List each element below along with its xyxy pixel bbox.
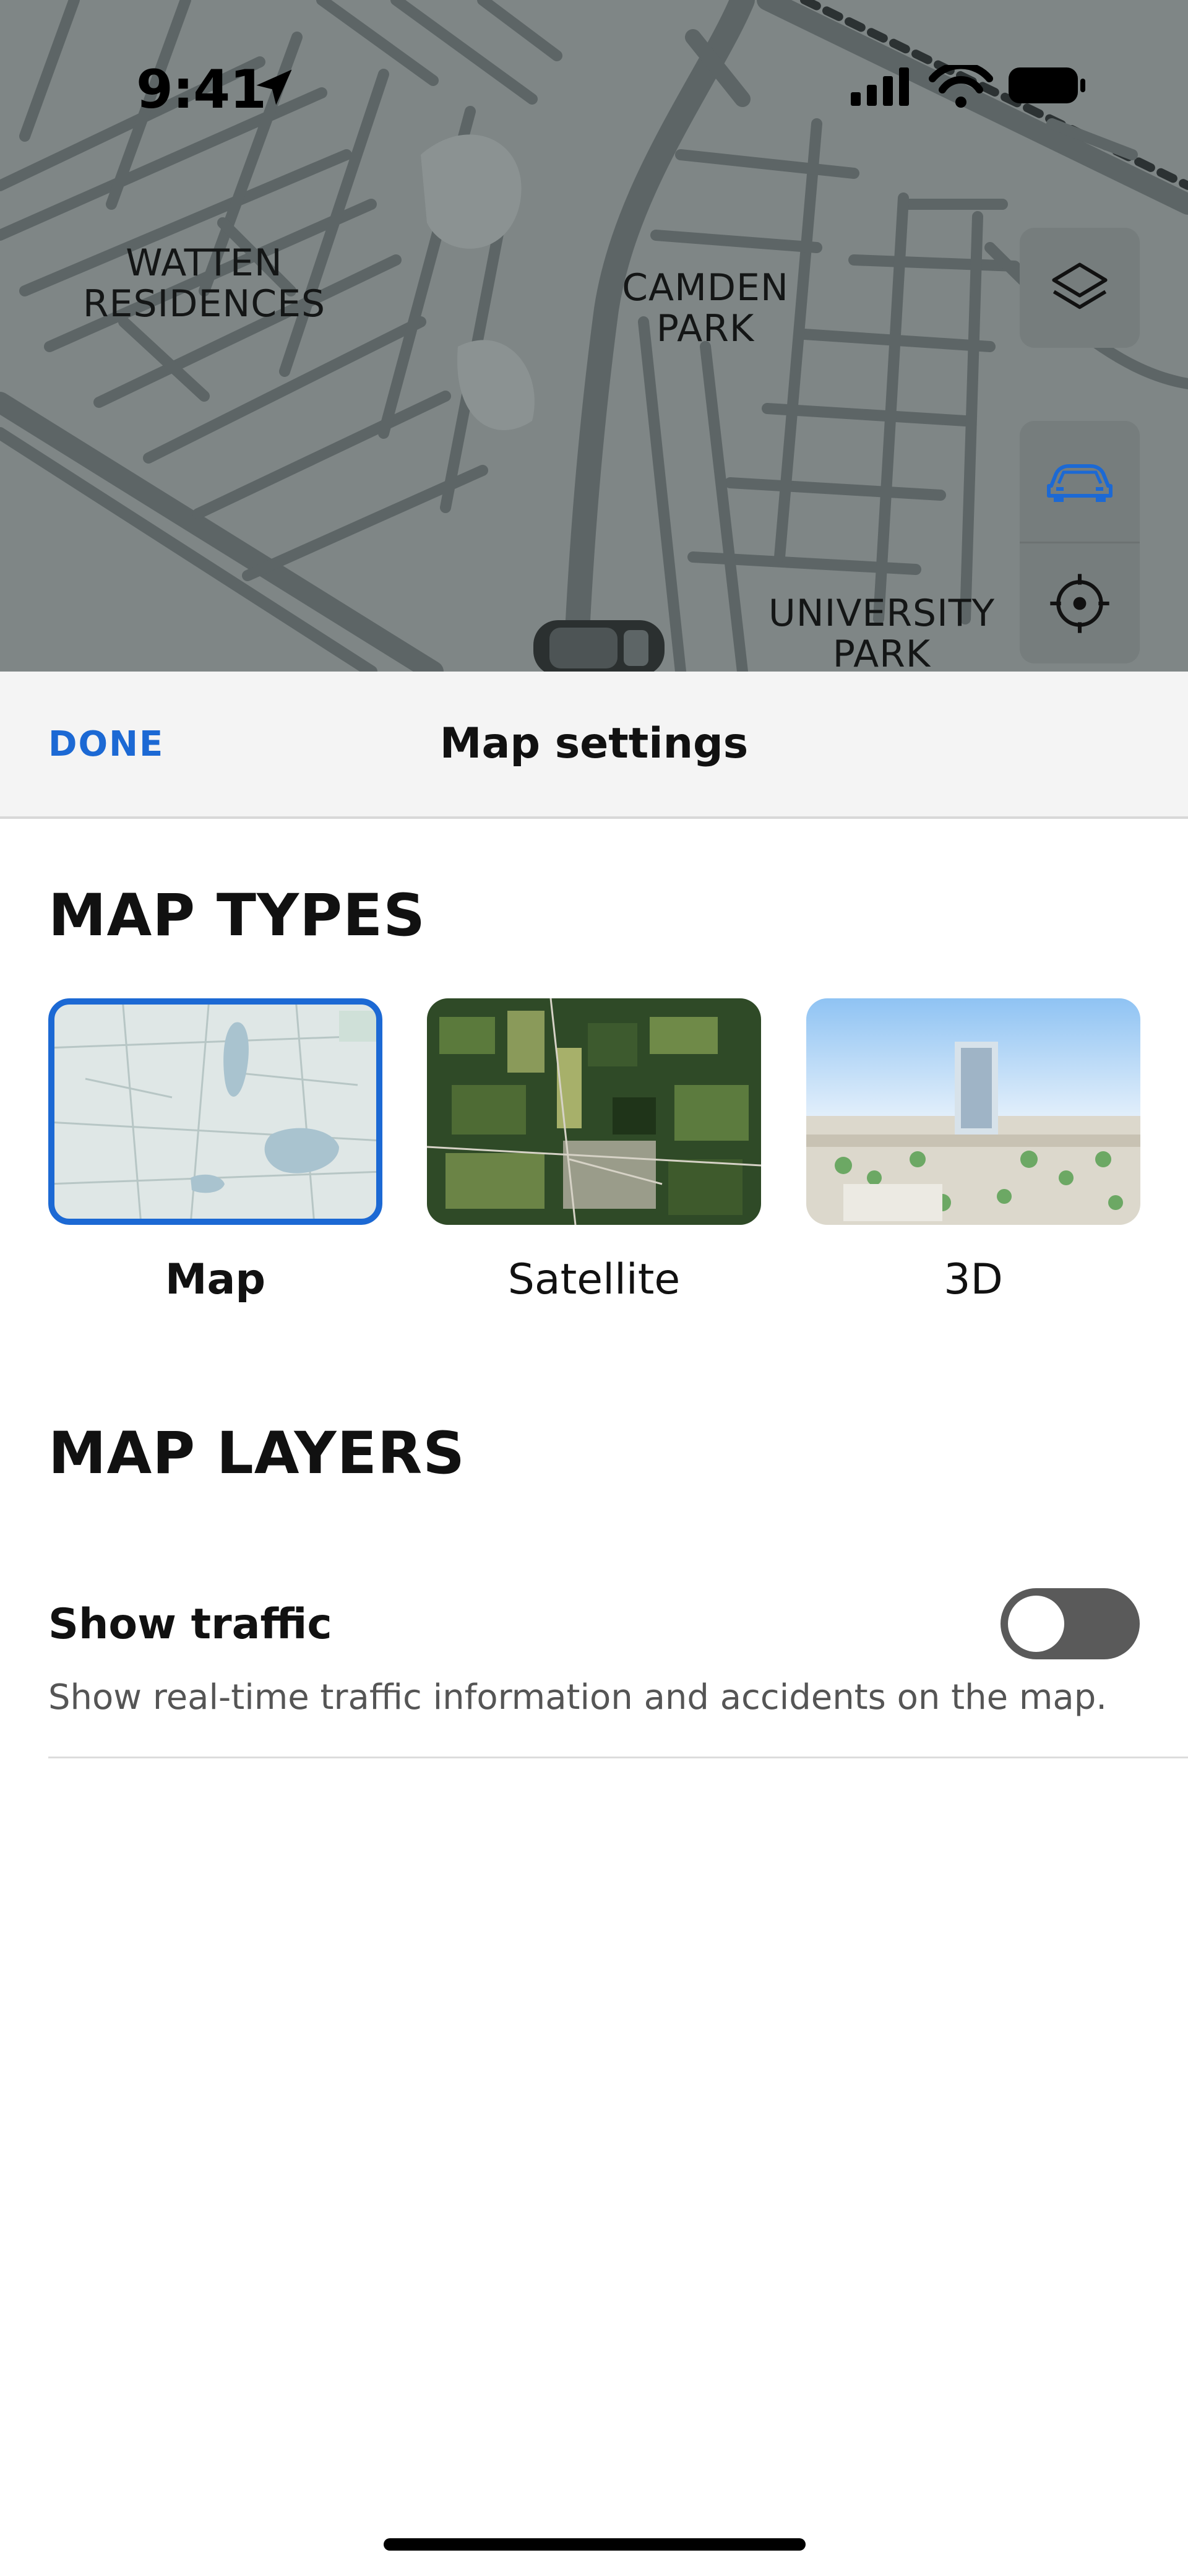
map-label-camden: CAMDEN PARK <box>622 266 789 350</box>
recenter-button[interactable] <box>1020 543 1140 663</box>
show-traffic-toggle[interactable] <box>1001 1588 1140 1659</box>
map-type-map-label: Map <box>165 1255 266 1304</box>
layers-icon <box>1052 262 1108 309</box>
signal-icon <box>851 67 909 106</box>
divider <box>48 1757 1188 1758</box>
map-control-group <box>1020 421 1140 663</box>
map-view[interactable]: WATTEN RESIDENCES CAMDEN PARK UNIVERSITY… <box>0 0 1188 672</box>
map-type-3d[interactable] <box>806 998 1140 1225</box>
map-type-satellite-label: Satellite <box>507 1255 681 1304</box>
map-label-watten: WATTEN RESIDENCES <box>82 241 326 326</box>
map-thumbnail-icon <box>48 998 382 1225</box>
show-traffic-title: Show traffic <box>48 1600 332 1649</box>
wifi-icon <box>929 61 993 108</box>
map-label-university: UNIVERSITY PARK <box>768 592 996 672</box>
battery-icon <box>1009 67 1085 103</box>
status-time: 9:41 <box>136 59 267 121</box>
car-location-icon <box>533 620 665 672</box>
location-arrow-icon <box>256 69 292 105</box>
3d-thumbnail-icon <box>806 998 1140 1225</box>
satellite-thumbnail-icon <box>427 998 761 1225</box>
map-type-satellite[interactable] <box>427 998 761 1225</box>
toggle-knob <box>1008 1596 1064 1652</box>
map-layers-button[interactable] <box>1020 228 1140 348</box>
vehicle-location-button[interactable] <box>1020 421 1140 541</box>
show-traffic-description: Show real-time traffic information and a… <box>48 1677 1108 1718</box>
map-type-map[interactable] <box>48 998 382 1225</box>
crosshair-icon <box>1050 574 1109 633</box>
map-types-heading: MAP TYPES <box>48 882 426 949</box>
home-indicator[interactable] <box>384 2538 806 2551</box>
car-icon <box>1047 464 1113 502</box>
map-type-3d-label: 3D <box>944 1255 1003 1304</box>
sheet-title: Map settings <box>439 719 749 768</box>
map-layers-heading: MAP LAYERS <box>48 1420 465 1487</box>
